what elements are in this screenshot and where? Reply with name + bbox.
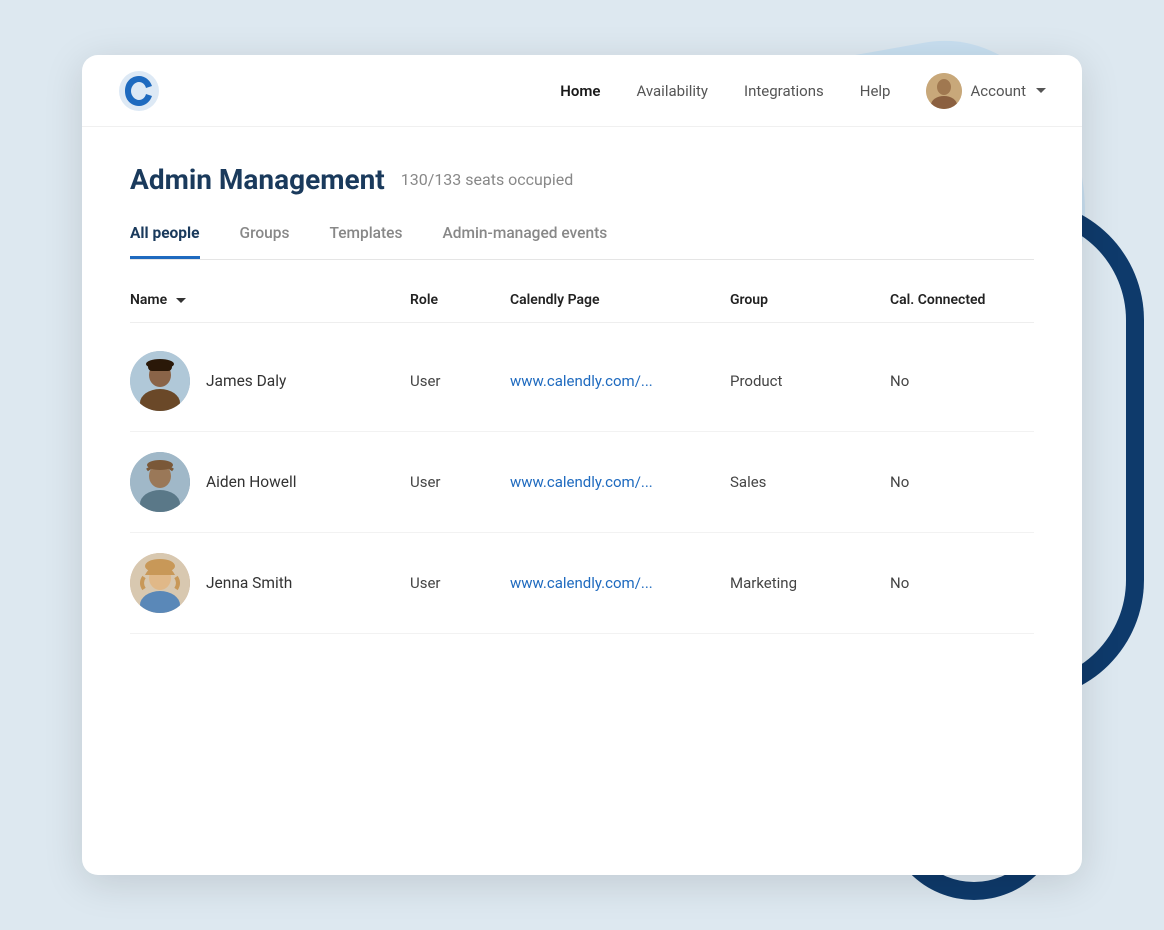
chevron-down-icon <box>1036 88 1046 93</box>
account-label: Account <box>970 82 1026 100</box>
seats-info: 130/133 seats occupied <box>401 170 574 189</box>
nav-integrations[interactable]: Integrations <box>744 82 824 100</box>
role-cell: User <box>410 372 510 390</box>
col-role: Role <box>410 292 510 308</box>
sort-icon <box>173 292 189 308</box>
user-name: Aiden Howell <box>206 473 297 491</box>
table-row: Jenna Smith User www.calendly.com/... Ma… <box>130 533 1034 634</box>
account-menu[interactable]: Account <box>926 73 1046 109</box>
col-calendly-page: Calendly Page <box>510 292 730 308</box>
col-cal-connected: Cal. Connected <box>890 292 1050 308</box>
logo[interactable] <box>118 70 160 112</box>
nav-links: Home Availability Integrations Help <box>560 82 890 100</box>
tab-templates[interactable]: Templates <box>329 224 402 259</box>
role-cell: User <box>410 574 510 592</box>
calendly-page-link[interactable]: www.calendly.com/... <box>510 473 730 491</box>
navigation: Home Availability Integrations Help Acco… <box>82 55 1082 127</box>
nav-help[interactable]: Help <box>860 82 891 100</box>
main-card: Home Availability Integrations Help Acco… <box>82 55 1082 875</box>
calendly-page-link[interactable]: www.calendly.com/... <box>510 574 730 592</box>
tab-admin-managed-events[interactable]: Admin-managed events <box>442 224 607 259</box>
avatar <box>130 351 190 411</box>
page-title: Admin Management <box>130 163 385 196</box>
user-cell: Jenna Smith <box>130 553 410 613</box>
account-avatar <box>926 73 962 109</box>
group-cell: Sales <box>730 473 890 491</box>
user-cell: Aiden Howell <box>130 452 410 512</box>
user-name: Jenna Smith <box>206 574 292 592</box>
group-cell: Marketing <box>730 574 890 592</box>
nav-home[interactable]: Home <box>560 82 600 100</box>
tabs-bar: All people Groups Templates Admin-manage… <box>130 224 1034 260</box>
user-cell: James Daly <box>130 351 410 411</box>
user-name: James Daly <box>206 372 286 390</box>
tab-groups[interactable]: Groups <box>240 224 290 259</box>
page-content: Admin Management 130/133 seats occupied … <box>82 127 1082 674</box>
nav-availability[interactable]: Availability <box>636 82 708 100</box>
calendly-page-link[interactable]: www.calendly.com/... <box>510 372 730 390</box>
table-row: Aiden Howell User www.calendly.com/... S… <box>130 432 1034 533</box>
col-name[interactable]: Name <box>130 292 410 308</box>
table-row: James Daly User www.calendly.com/... Pro… <box>130 331 1034 432</box>
tab-all-people[interactable]: All people <box>130 224 200 259</box>
cal-connected-cell: No <box>890 473 1050 491</box>
cal-connected-cell: No <box>890 574 1050 592</box>
page-header: Admin Management 130/133 seats occupied <box>130 163 1034 196</box>
avatar <box>130 553 190 613</box>
col-group: Group <box>730 292 890 308</box>
table-header: Name Role Calendly Page Group Cal. Conne… <box>130 292 1034 323</box>
cal-connected-cell: No <box>890 372 1050 390</box>
avatar <box>130 452 190 512</box>
group-cell: Product <box>730 372 890 390</box>
role-cell: User <box>410 473 510 491</box>
